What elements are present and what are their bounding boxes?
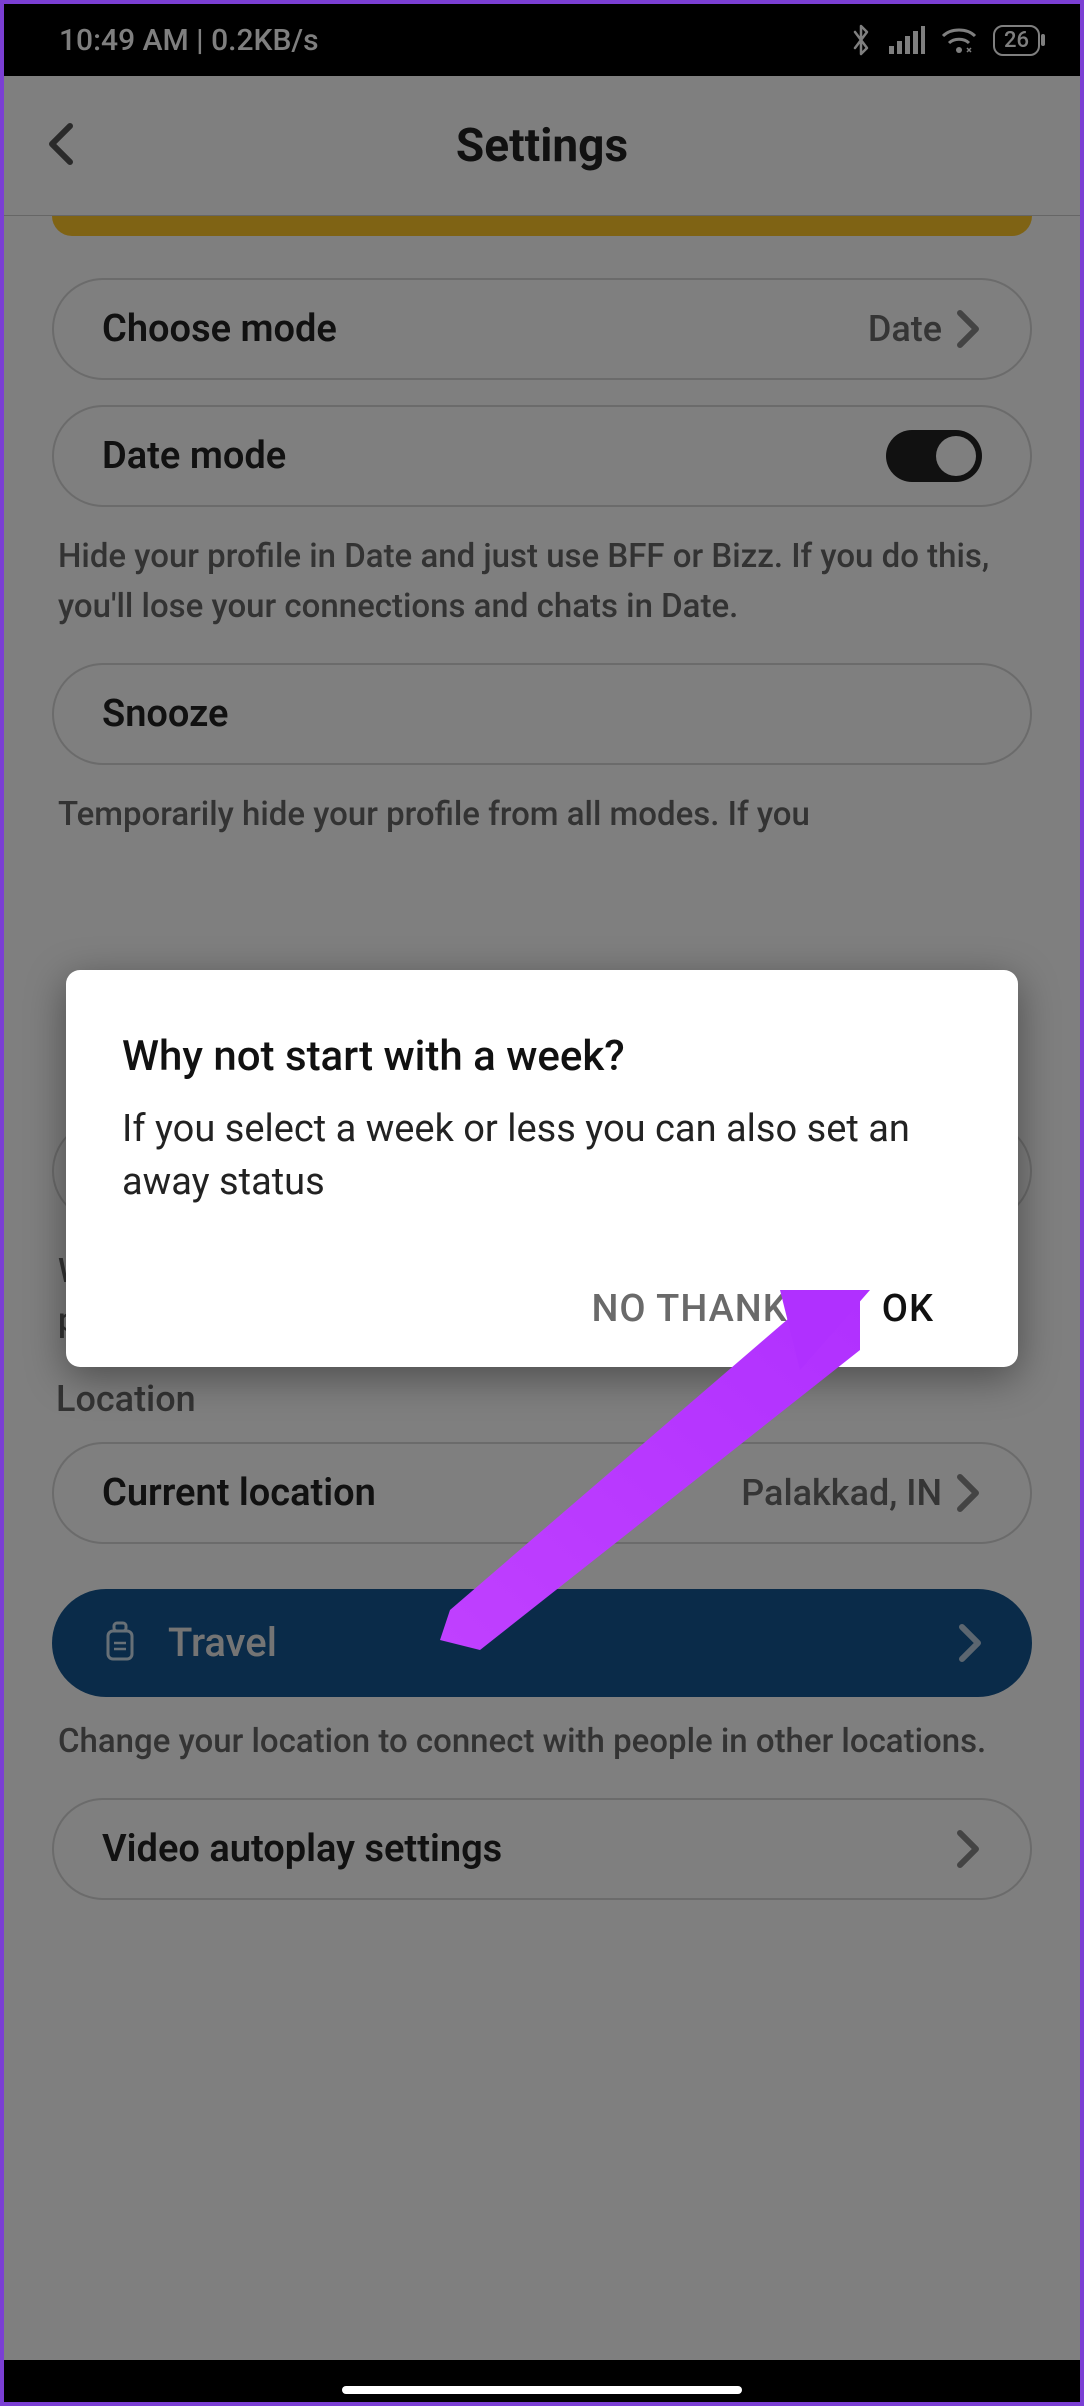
nav-bar (4, 2360, 1080, 2402)
snooze-week-dialog: Why not start with a week? If you select… (66, 970, 1018, 1367)
home-indicator[interactable] (342, 2386, 742, 2394)
dialog-actions: NO THANKS OK (122, 1287, 962, 1331)
dialog-body: If you select a week or less you can als… (122, 1103, 962, 1209)
dialog-title: Why not start with a week? (122, 1032, 962, 1081)
ok-button[interactable]: OK (882, 1287, 934, 1331)
no-thanks-button[interactable]: NO THANKS (591, 1287, 811, 1331)
